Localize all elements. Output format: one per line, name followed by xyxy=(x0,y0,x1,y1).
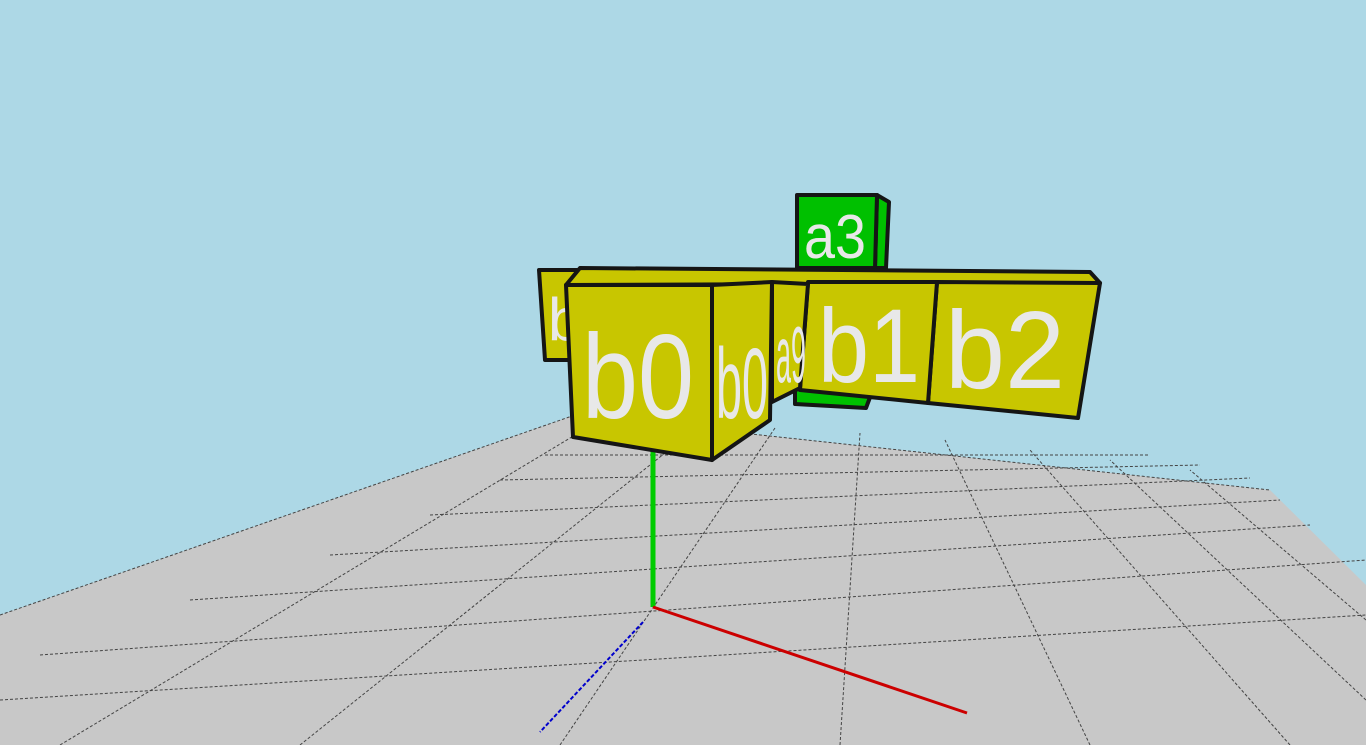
block-label: b2 xyxy=(945,289,1065,412)
block-b2[interactable]: b2 xyxy=(926,280,1102,420)
block-b0[interactable]: b0 xyxy=(564,283,714,462)
block-label: a3 xyxy=(804,203,866,272)
block-b1[interactable]: b1 xyxy=(798,280,939,405)
block-label: b1 xyxy=(818,288,920,405)
block-label: a9 xyxy=(776,310,806,399)
3d-viewport[interactable]: b a3 b2 b1 a9 b0 b0 xyxy=(0,0,1366,745)
block-a9[interactable]: a9 xyxy=(770,280,810,404)
block-label: b0 xyxy=(716,328,768,440)
block-a3[interactable]: a3 xyxy=(795,193,891,272)
block-label: b0 xyxy=(582,310,694,444)
block-b0-side[interactable]: b0 xyxy=(710,280,774,462)
